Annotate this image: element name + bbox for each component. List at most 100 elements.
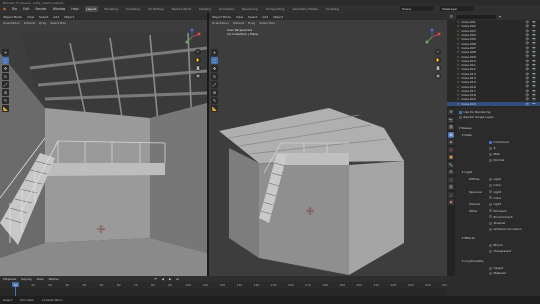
visibility-icon[interactable]: 👁 📷 (526, 102, 538, 106)
data-pass-checkbox[interactable]: Combined (489, 140, 509, 144)
workspace-tab-rendering[interactable]: Rendering (241, 6, 259, 12)
zoom-icon[interactable]: + (195, 49, 201, 55)
light-pass-checkbox[interactable]: Environment (489, 215, 513, 219)
marker-menu[interactable]: Marker (49, 277, 59, 281)
menu-edit[interactable]: Edit (23, 7, 29, 11)
move-tool-icon[interactable]: ✥ (2, 65, 9, 72)
menu-help[interactable]: Help (71, 7, 78, 11)
workspace-tab-modeling[interactable]: Modeling (103, 6, 120, 12)
use-for-rendering-checkbox[interactable]: Use for Rendering (459, 110, 490, 114)
object-checkbox[interactable]: Object (489, 266, 503, 270)
modifier-tab-icon[interactable]: 🔧 (448, 161, 454, 168)
annotate-tool-icon[interactable]: ✎ (211, 97, 218, 104)
scale-tool-icon[interactable]: ⤢ (211, 81, 218, 88)
menu-object[interactable]: Object (273, 15, 283, 19)
play-reverse-icon[interactable]: ◀ (162, 277, 164, 281)
navigation-gizmo[interactable] (183, 28, 201, 46)
constraints-tab-icon[interactable]: ⛓ (448, 184, 454, 190)
light-pass-checkbox[interactable]: Ambient Occlusion (489, 227, 522, 231)
render-single-layer-checkbox[interactable]: Render Single Layer (459, 115, 494, 119)
object-tab-icon[interactable]: ■ (448, 154, 454, 160)
select-box-tool-icon[interactable]: ⬚ (2, 57, 9, 64)
view-layer-selector[interactable]: ViewLayer (440, 6, 474, 11)
light-subsection-header[interactable]: ▾ Light (462, 170, 472, 174)
mode-selector[interactable]: Object Mode (212, 15, 231, 19)
output-tab-icon[interactable]: 🖨 (448, 124, 454, 130)
rotate-tool-icon[interactable]: ↻ (211, 73, 218, 80)
menu-file[interactable]: File (12, 7, 17, 11)
light-pass-checkbox[interactable]: Color (489, 196, 501, 200)
render-tab-icon[interactable]: 📷 (448, 116, 454, 123)
cryptomatte-subsection-header[interactable]: ▾ Cryptomatte (462, 259, 483, 263)
light-pass-checkbox[interactable]: Light (489, 190, 501, 194)
workspace-tab-texture-paint[interactable]: Texture Paint (170, 6, 192, 12)
material-tab-icon[interactable]: ● (448, 199, 454, 205)
pan-icon[interactable]: ✋ (195, 57, 201, 63)
data-pass-checkbox[interactable]: Normal (489, 158, 504, 162)
material-checkbox[interactable]: Material (489, 271, 506, 275)
camera-view-icon[interactable]: ◙ (435, 65, 441, 71)
transform-tool-icon[interactable]: ⊞ (2, 89, 9, 96)
menu-select[interactable]: Select (248, 15, 257, 19)
menu-window[interactable]: Window (53, 7, 66, 11)
light-pass-checkbox[interactable]: Emission (489, 209, 507, 213)
viewport-right[interactable]: Object Mode View Select Add Object Orien… (209, 13, 447, 276)
data-pass-checkbox[interactable]: Mist (489, 152, 500, 156)
cursor-tool-icon[interactable]: ⌖ (2, 49, 9, 56)
transform-tool-icon[interactable]: ⊞ (211, 89, 218, 96)
outliner-item[interactable]: ▽ Cube.020 👁 📷 (447, 101, 540, 106)
outliner-display-mode-icon[interactable]: ☰ (450, 15, 453, 19)
menu-render[interactable]: Render (35, 7, 46, 11)
select-box-tool-icon[interactable]: ⬚ (211, 57, 218, 64)
rotate-tool-icon[interactable]: ↻ (2, 73, 9, 80)
zoom-icon[interactable]: + (435, 49, 441, 55)
tool-tab-icon[interactable]: ⚒ (448, 109, 454, 115)
play-icon[interactable]: ▶ (169, 277, 171, 281)
measure-tool-icon[interactable]: 📐 (211, 105, 218, 112)
physics-tab-icon[interactable]: ◎ (448, 176, 454, 183)
annotate-tool-icon[interactable]: ✎ (2, 97, 9, 104)
workspace-tab-sculpting[interactable]: Sculpting (124, 6, 141, 12)
light-pass-checkbox[interactable]: Color (489, 183, 501, 187)
light-pass-checkbox[interactable]: Light (489, 202, 501, 206)
playback-menu[interactable]: Playback (3, 277, 16, 281)
workspace-tab-shading[interactable]: Shading (197, 6, 212, 12)
particles-tab-icon[interactable]: ⁂ (448, 169, 454, 175)
view-layer-tab-icon[interactable]: ▤ (448, 131, 454, 138)
workspace-tab-animation[interactable]: Animation (218, 6, 236, 12)
cursor-tool-icon[interactable]: ⌖ (211, 49, 218, 56)
bloom-checkbox[interactable]: Bloom (489, 243, 503, 247)
navigation-gizmo[interactable] (423, 28, 441, 46)
effects-subsection-header[interactable]: ▾ Effects (462, 236, 475, 240)
keying-menu[interactable]: Keying (21, 277, 31, 281)
view-menu[interactable]: View (36, 277, 43, 281)
world-tab-icon[interactable]: ◍ (448, 146, 454, 153)
menu-add[interactable]: Add (262, 15, 268, 19)
move-tool-icon[interactable]: ✥ (211, 65, 218, 72)
scale-tool-icon[interactable]: ⤢ (2, 81, 9, 88)
data-subsection-header[interactable]: ▾ Data (462, 133, 472, 137)
passes-section-header[interactable]: ▾ Passes (459, 126, 472, 130)
workspace-tab-layout[interactable]: Layout (84, 6, 98, 12)
viewport-left[interactable]: Object Mode View Select Add Object Orien… (0, 13, 207, 276)
data-tab-icon[interactable]: △ (448, 191, 454, 198)
workspace-tab-uv-editing[interactable]: UV Editing (146, 6, 165, 12)
axis-gizmo-icon[interactable] (183, 28, 201, 46)
light-pass-checkbox[interactable]: Light (489, 177, 501, 181)
light-pass-checkbox[interactable]: Shadow (489, 221, 505, 225)
perspective-toggle-icon[interactable]: ▦ (435, 73, 441, 79)
scene-selector[interactable]: Scene (400, 6, 434, 11)
axis-gizmo-icon[interactable] (423, 28, 441, 46)
drag-dropdown[interactable]: Select Box (259, 21, 275, 25)
data-pass-checkbox[interactable]: Z (489, 146, 496, 150)
measure-tool-icon[interactable]: 📐 (2, 105, 9, 112)
camera-view-icon[interactable]: ◙ (195, 65, 201, 71)
workspace-tab-compositing[interactable]: Compositing (264, 6, 286, 12)
jump-end-icon[interactable]: ⏭ (176, 277, 179, 281)
pan-icon[interactable]: ✋ (435, 57, 441, 63)
workspace-tab-geometry-nodes[interactable]: Geometry Nodes (291, 6, 319, 12)
outliner-search-input[interactable] (455, 14, 496, 19)
workspace-tab-scripting[interactable]: Scripting (324, 6, 340, 12)
jump-start-icon[interactable]: ⏮ (154, 277, 157, 281)
perspective-toggle-icon[interactable]: ▦ (195, 73, 201, 79)
